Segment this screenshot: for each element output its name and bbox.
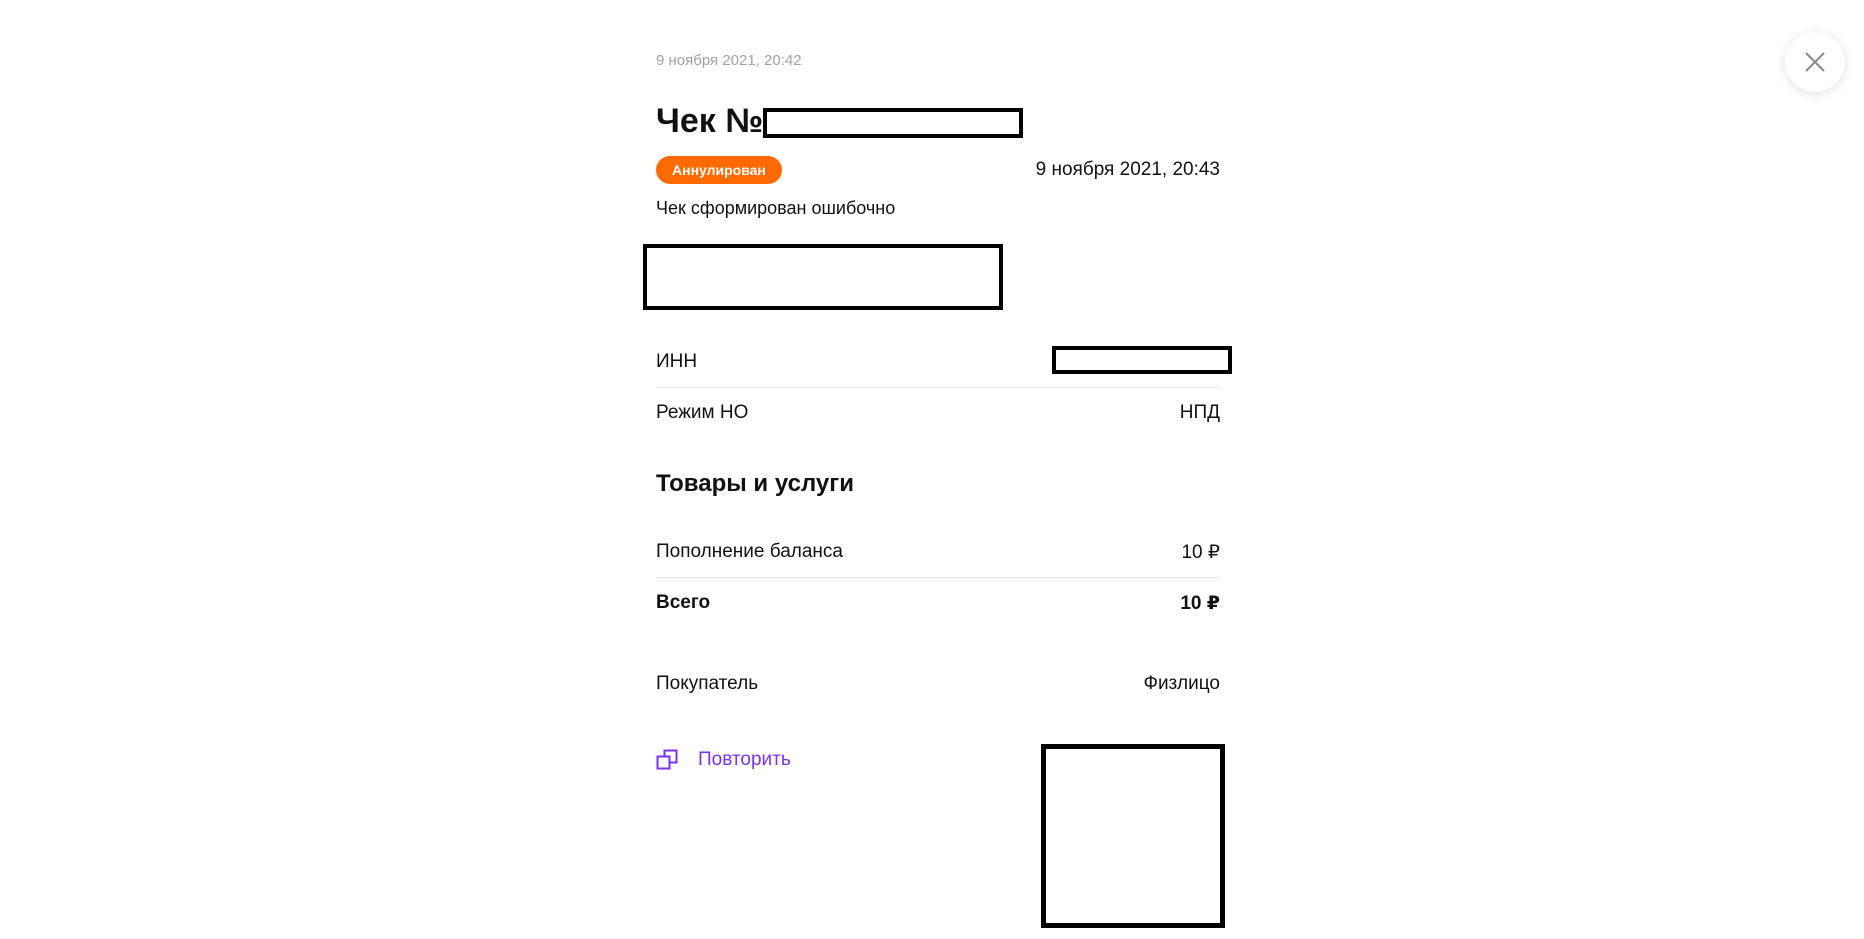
redacted-receipt-number: [763, 108, 1024, 138]
tax-mode-label: Режим НО: [656, 402, 749, 423]
cancel-reason: Чек сформирован ошибочно: [656, 198, 896, 218]
redacted-seller-name: [643, 244, 1003, 310]
close-button[interactable]: [1785, 32, 1845, 92]
tax-mode-row: Режим НО НПД: [656, 388, 1220, 438]
inn-label: ИНН: [656, 351, 698, 372]
tax-mode-value: НПД: [1179, 402, 1220, 423]
redacted-inn-value: [1052, 346, 1232, 374]
cancel-date: 9 ноября 2021, 20:43: [1035, 159, 1220, 180]
buyer-label: Покупатель: [656, 673, 759, 694]
list-item: Пополнение баланса 10 ₽: [656, 527, 1220, 578]
repeat-button[interactable]: Повторить: [656, 749, 791, 771]
total-label: Всего: [656, 592, 711, 613]
copy-icon: [656, 749, 678, 770]
item-name: Пополнение баланса: [656, 541, 843, 562]
total-value: 10 ₽: [1180, 592, 1220, 614]
goods-section-title: Товары и услуги: [656, 470, 854, 497]
redacted-qr-code: [1041, 744, 1225, 928]
total-row: Всего 10 ₽: [656, 578, 1220, 628]
receipt-title-row: Чек №: [656, 98, 1024, 144]
buyer-value: Физлицо: [1143, 673, 1221, 694]
buyer-row: Покупатель Физлицо: [656, 659, 1220, 709]
item-amount: 10 ₽: [1181, 541, 1220, 563]
repeat-label: Повторить: [698, 749, 791, 770]
inn-row: ИНН: [656, 337, 1232, 388]
status-badge: Аннулирован: [656, 156, 782, 184]
close-icon: [1805, 52, 1825, 72]
receipt-title: Чек №: [656, 102, 764, 140]
receipt-page: 9 ноября 2021, 20:42 Чек № Аннулирован 9…: [0, 0, 1864, 939]
receipt-created-at: 9 ноября 2021, 20:42: [656, 52, 802, 69]
